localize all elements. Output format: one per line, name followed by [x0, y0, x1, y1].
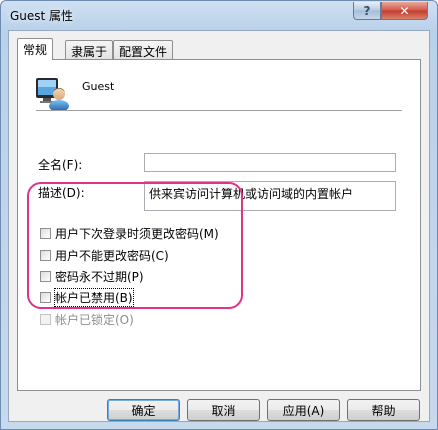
help-button[interactable]: 帮助 [347, 399, 420, 421]
checkbox-box[interactable] [40, 271, 51, 282]
tab-profile[interactable]: 配置文件 [113, 40, 174, 59]
checkbox-box[interactable] [40, 250, 51, 261]
general-tab-panel: Guest 全名(F): 描述(D): 供来宾访问计算机或访问域的内置帐户 用户… [17, 59, 421, 391]
apply-button[interactable]: 应用(A) [267, 399, 340, 421]
question-icon: ? [363, 3, 371, 18]
help-title-button[interactable]: ? [353, 2, 381, 20]
checkbox-must-change-password[interactable]: 用户下次登录时须更改密码(M) [40, 225, 219, 242]
cancel-button[interactable]: 取消 [187, 399, 260, 421]
checkbox-box[interactable] [40, 292, 51, 303]
checkbox-label: 用户下次登录时须更改密码(M) [55, 227, 219, 241]
checkbox-account-disabled[interactable]: 帐户已禁用(B) [40, 288, 134, 307]
close-button[interactable]: ✕ [381, 2, 428, 20]
checkbox-label: 帐户已锁定(O) [55, 313, 134, 327]
checkbox-label: 帐户已禁用(B) [54, 288, 134, 307]
fullname-label: 全名(F): [38, 158, 83, 172]
close-icon: ✕ [399, 3, 410, 18]
tab-member-of-label: 隶属于 [71, 45, 108, 59]
user-account-icon [36, 78, 69, 112]
ok-button[interactable]: 确定 [107, 399, 180, 421]
checkbox-cannot-change-password[interactable]: 用户不能更改密码(C) [40, 247, 169, 264]
checkbox-box [40, 314, 51, 325]
checkbox-box[interactable] [40, 228, 51, 239]
dialog-client-area: 常规 隶属于 配置文件 Guest 全名(F): 描述(D): 供来宾访问计算机… [8, 30, 430, 422]
separator [36, 110, 402, 112]
fullname-input[interactable] [144, 153, 396, 172]
description-label: 描述(D): [38, 186, 85, 200]
window-title: Guest 属性 [10, 9, 74, 23]
tab-general[interactable]: 常规 [17, 38, 54, 60]
checkbox-password-never-expires[interactable]: 密码永不过期(P) [40, 268, 144, 285]
checkbox-account-locked: 帐户已锁定(O) [40, 311, 134, 328]
tab-general-label: 常规 [23, 43, 48, 57]
tab-profile-label: 配置文件 [119, 45, 168, 59]
checkbox-label: 密码永不过期(P) [55, 270, 144, 284]
properties-dialog: Guest 属性 ? ✕ 常规 隶属于 配置文件 Guest 全名(F): 描述… [0, 0, 438, 430]
user-name: Guest [82, 80, 115, 93]
description-input[interactable]: 供来宾访问计算机或访问域的内置帐户 [144, 181, 396, 211]
checkbox-label: 用户不能更改密码(C) [55, 249, 169, 263]
tab-member-of[interactable]: 隶属于 [65, 40, 114, 59]
title-bar[interactable]: Guest 属性 ? ✕ [1, 1, 437, 29]
